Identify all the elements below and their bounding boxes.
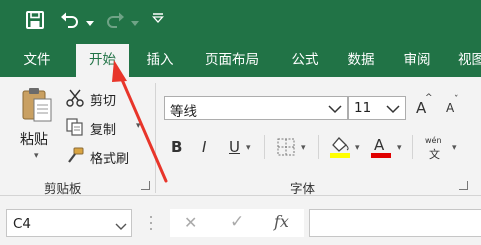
italic-button[interactable]: I xyxy=(202,138,206,156)
bold-button[interactable]: B xyxy=(171,138,182,156)
tab-file[interactable]: 文件 xyxy=(14,44,60,77)
cut-icon xyxy=(66,89,84,107)
cut-label: 剪切 xyxy=(90,94,117,109)
copy-dropdown-icon[interactable]: ▾ xyxy=(136,121,141,131)
tab-formulas[interactable]: 公式 xyxy=(282,44,328,77)
tab-review[interactable]: 审阅 xyxy=(394,44,440,77)
format-painter-icon xyxy=(66,147,84,165)
font-size-value: 11 xyxy=(354,100,372,116)
name-box-value: C4 xyxy=(13,216,32,232)
undo-dropdown-icon[interactable] xyxy=(86,16,94,26)
phonetic-character: 文 xyxy=(429,148,440,161)
copy-label: 复制 xyxy=(90,123,117,138)
cancel-icon[interactable]: ✕ xyxy=(184,213,197,232)
ribbon-tab-bar: 文件 开始 插入 页面布局 公式 数据 审阅 视图 xyxy=(0,44,481,77)
divider xyxy=(318,135,319,159)
formula-buttons: ✕ ✓ fx xyxy=(170,209,304,237)
paste-label: 粘贴 xyxy=(20,132,48,148)
divider xyxy=(264,135,265,159)
quick-access-toolbar xyxy=(0,0,481,44)
decrease-font-size-glyph: A xyxy=(446,101,455,115)
name-box-dropdown-icon[interactable] xyxy=(115,220,127,230)
phonetic-dropdown-icon[interactable]: ▾ xyxy=(452,143,457,153)
copy-icon xyxy=(66,118,84,136)
paste-button[interactable]: 粘贴 ▾ xyxy=(12,85,62,165)
font-color-icon[interactable]: A xyxy=(370,135,392,159)
border-dropdown-icon[interactable]: ▾ xyxy=(301,143,306,153)
tab-insert[interactable]: 插入 xyxy=(137,44,183,77)
customize-qat-icon[interactable] xyxy=(152,12,164,24)
paste-icon xyxy=(21,87,53,123)
caret-up-icon: ^ xyxy=(425,93,433,103)
clipboard-dialog-launcher[interactable] xyxy=(141,181,150,190)
ribbon-home: 粘贴 ▾ 剪切 复制 ▾ 格式刷 剪贴板 等线 11 A ^ A ˇ B I U… xyxy=(0,77,481,196)
border-icon[interactable] xyxy=(276,137,296,157)
tab-page-layout[interactable]: 页面布局 xyxy=(196,44,268,77)
increase-font-size-button[interactable]: A ^ xyxy=(414,93,434,119)
redo-icon[interactable] xyxy=(105,11,125,29)
phonetic-pinyin: wén xyxy=(425,136,442,145)
copy-button[interactable]: 复制 ▾ xyxy=(66,117,148,139)
phonetic-icon[interactable]: wén 文 xyxy=(425,136,447,161)
formula-bar-handle[interactable] xyxy=(149,211,153,235)
svg-text:A: A xyxy=(374,136,385,154)
undo-icon[interactable] xyxy=(60,11,80,29)
underline-dropdown-icon[interactable]: ▾ xyxy=(246,143,251,153)
tab-data[interactable]: 数据 xyxy=(338,44,384,77)
redo-dropdown-icon[interactable] xyxy=(131,16,139,26)
font-size-combo[interactable]: 11 xyxy=(348,96,406,120)
format-painter-label: 格式刷 xyxy=(90,152,130,167)
decrease-font-size-button[interactable]: A ˇ xyxy=(444,95,464,119)
format-painter-button[interactable]: 格式刷 xyxy=(66,146,148,168)
font-color-dropdown-icon[interactable]: ▾ xyxy=(397,143,402,153)
fill-color-icon[interactable] xyxy=(329,135,351,159)
font-name-value: 等线 xyxy=(170,104,197,120)
font-dialog-launcher[interactable] xyxy=(459,181,468,190)
paste-dropdown-icon[interactable]: ▾ xyxy=(34,151,39,161)
font-name-combo[interactable]: 等线 xyxy=(164,96,348,120)
clipboard-group-label: 剪贴板 xyxy=(44,181,82,196)
save-icon[interactable] xyxy=(26,11,44,29)
fill-color-dropdown-icon[interactable]: ▾ xyxy=(355,143,360,153)
name-box[interactable]: C4 xyxy=(6,209,132,237)
formula-bar-area: C4 ✕ ✓ fx xyxy=(0,197,481,245)
divider xyxy=(412,135,413,159)
group-separator xyxy=(155,83,156,193)
font-group-label: 字体 xyxy=(290,181,316,196)
formula-input[interactable] xyxy=(309,209,481,237)
chevron-down-icon[interactable] xyxy=(386,103,400,114)
underline-button[interactable]: U xyxy=(229,138,240,156)
cut-button[interactable]: 剪切 xyxy=(66,88,146,110)
tab-home[interactable]: 开始 xyxy=(76,44,129,77)
enter-icon[interactable]: ✓ xyxy=(230,212,244,232)
insert-function-icon[interactable]: fx xyxy=(274,212,289,231)
chevron-down-icon[interactable] xyxy=(328,103,342,114)
tab-view[interactable]: 视图 xyxy=(452,44,481,77)
caret-down-icon: ˇ xyxy=(454,95,459,105)
